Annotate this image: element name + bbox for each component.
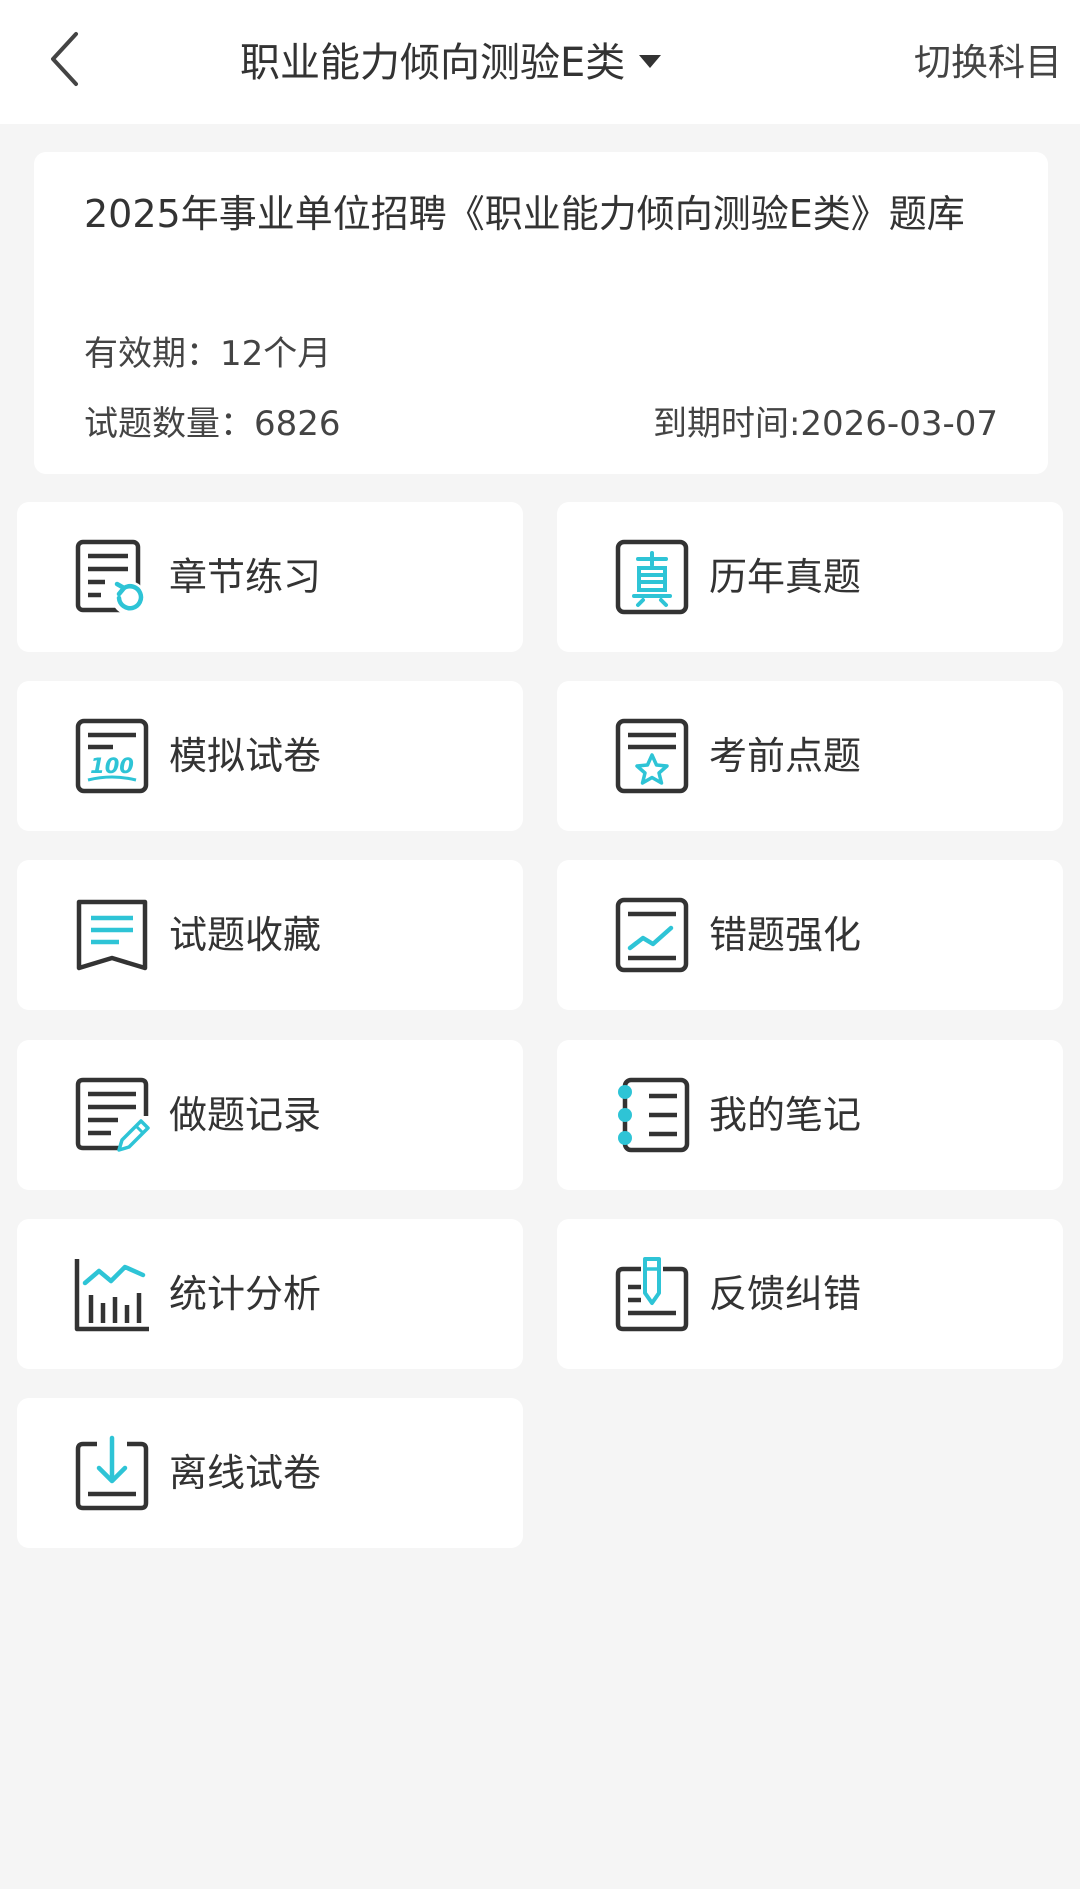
tile-label: 考前点题	[709, 734, 862, 778]
tile-label: 反馈纠错	[709, 1272, 862, 1316]
validity-period: 有效期：12个月	[84, 334, 332, 374]
tile-statistics[interactable]: 统计分析	[17, 1219, 523, 1369]
pre-exam-star-icon	[613, 717, 691, 795]
back-arrow-icon	[51, 32, 78, 86]
tile-label: 我的笔记	[709, 1093, 862, 1137]
chevron-down-icon	[639, 54, 662, 68]
bank-title: 2025年事业单位招聘《职业能力倾向测验E类》题库	[84, 192, 965, 236]
bar-chart-icon	[73, 1255, 151, 1333]
tile-label: 章节练习	[169, 555, 322, 599]
tile-label: 做题记录	[169, 1093, 322, 1137]
past-exam-icon	[613, 538, 691, 616]
tile-chapter-practice[interactable]: 章节练习	[17, 502, 523, 652]
mock-paper-icon: 100	[73, 717, 151, 795]
download-icon	[73, 1434, 151, 1512]
trend-chart-icon	[613, 896, 691, 974]
switch-subject-button[interactable]: 切换科目	[914, 32, 1062, 86]
tile-pre-exam-points[interactable]: 考前点题	[557, 681, 1063, 831]
tile-feedback[interactable]: 反馈纠错	[557, 1219, 1063, 1369]
subject-selector[interactable]: 职业能力倾向测验E类	[240, 26, 662, 92]
tile-label: 历年真题	[709, 555, 862, 599]
tile-label: 错题强化	[709, 913, 862, 957]
back-button[interactable]	[36, 24, 106, 94]
tile-favorites[interactable]: 试题收藏	[17, 860, 523, 1010]
tile-label: 离线试卷	[169, 1451, 322, 1495]
chapter-practice-icon	[73, 538, 151, 616]
tile-my-notes[interactable]: 我的笔记	[557, 1040, 1063, 1190]
question-count: 试题数量：6826	[84, 404, 341, 444]
tile-label: 统计分析	[169, 1272, 322, 1316]
feedback-pen-icon	[613, 1255, 691, 1333]
notebook-icon	[613, 1076, 691, 1154]
tile-label: 试题收藏	[169, 913, 322, 957]
tile-label: 模拟试卷	[169, 734, 322, 778]
expire-date: 到期时间:2026-03-07	[652, 404, 998, 444]
svg-text:100: 100	[90, 754, 134, 778]
tile-offline-papers[interactable]: 离线试卷	[17, 1398, 523, 1548]
tile-wrong-questions[interactable]: 错题强化	[557, 860, 1063, 1010]
edit-record-icon	[73, 1076, 151, 1154]
tile-past-exams[interactable]: 历年真题	[557, 502, 1063, 652]
bookmark-icon	[73, 896, 151, 974]
tile-practice-records[interactable]: 做题记录	[17, 1040, 523, 1190]
question-bank-card: 2025年事业单位招聘《职业能力倾向测验E类》题库 有效期：12个月 试题数量：…	[34, 152, 1048, 474]
top-bar: 职业能力倾向测验E类 切换科目	[0, 0, 1080, 124]
tile-mock-paper[interactable]: 100 模拟试卷	[17, 681, 523, 831]
page-title: 职业能力倾向测验E类	[240, 40, 626, 86]
